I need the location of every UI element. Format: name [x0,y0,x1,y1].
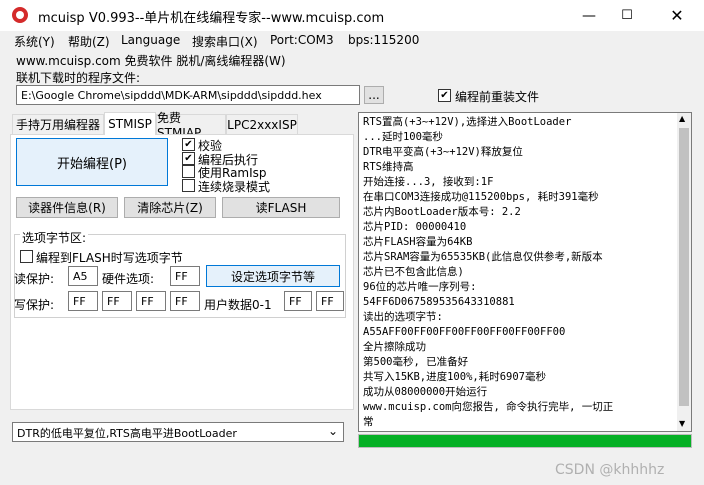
reload-checkbox[interactable]: ✔ [438,89,451,102]
read-protect-label: 读保护: [14,272,55,286]
verify-checkbox[interactable]: ✔ [182,138,195,151]
log-line: A55AFF00FF00FF00FF00FF00FF00FF00 [363,326,566,338]
log-line: ...延时100毫秒 [363,131,443,143]
log-line: www.mcuisp.com向您报告, 命令执行完毕, 一切正 [363,401,614,413]
check-icon: ✔ [184,152,193,164]
tab-lpc[interactable]: LPC2xxxISP [226,114,298,134]
log-line: 开始连接...3, 接收到:1F [363,176,494,188]
log-line: 芯片已不包含此信息) [363,266,464,278]
log-line: 读出的选项字节: [363,311,443,323]
write-protect-label: 写保护: [14,298,55,312]
write-protect-input-3[interactable]: FF [170,291,200,311]
continuous-label: 连续烧录模式 [198,180,271,194]
close-icon[interactable]: ✕ [654,0,700,31]
log-line: 96位的芯片唯一序列号: [363,281,477,293]
watermark: CSDN @khhhhz [555,462,665,478]
log-line: 第500毫秒, 已准备好 [363,356,469,368]
tab-stmisp[interactable]: STMISP [104,112,156,135]
chevron-down-icon: ⌄ [327,424,338,438]
write-protect-input-1[interactable]: FF [102,291,132,311]
log-line: 全片擦除成功 [363,341,426,353]
progress-bar [358,434,692,448]
log-line: 芯片内BootLoader版本号: 2.2 [363,206,521,218]
app-logo-icon [12,7,28,23]
read-flash-button[interactable]: 读FLASH [222,197,340,218]
hw-option-input[interactable]: FF [170,266,200,286]
menu-port[interactable]: Port:COM3 [270,33,334,47]
log-line: 共写入15KB,进度100%,耗时6907毫秒 [363,371,547,383]
read-info-button[interactable]: 读器件信息(R) [16,197,118,218]
log-line: 54FF6D067589535643310881 [363,296,515,308]
file-label: 联机下载时的程序文件: [16,71,141,85]
tab-handheld[interactable]: 手持万用编程器 [12,114,104,134]
user-data-label: 用户数据0-1 [204,298,272,312]
window-title: mcuisp V0.993--单片机在线编程专家--www.mcuisp.com [38,11,385,26]
menu-language[interactable]: Language [121,33,180,47]
reload-label: 编程前重装文件 [455,90,540,104]
ramisp-checkbox[interactable] [182,165,195,178]
menu-search-port[interactable]: 搜索串口(X) [192,33,258,50]
maximize-icon[interactable]: ☐ [604,0,650,31]
boot-mode-value: DTR的低电平复位,RTS高电平进BootLoader [17,427,237,440]
log-line: 常 [363,416,374,428]
write-protect-input-2[interactable]: FF [136,291,166,311]
log-line: DTR电平变高(+3~+12V)释放复位 [363,146,523,158]
start-program-button[interactable]: 开始编程(P) [16,138,168,186]
option-bytes-title: 选项字节区: [20,229,89,246]
continuous-checkbox[interactable] [182,179,195,192]
set-option-bytes-button[interactable]: 设定选项字节等 [206,265,340,287]
menu-system[interactable]: 系统(Y) [14,33,55,50]
user-data-input-0[interactable]: FF [284,291,312,311]
check-icon: ✔ [184,138,193,150]
menu-bps[interactable]: bps:115200 [348,33,419,47]
scroll-down-icon[interactable]: ▼ [679,419,685,428]
log-line: 成功从08000000开始运行 [363,386,488,398]
progress-fill [359,435,691,447]
scrollbar-thumb[interactable] [679,128,689,406]
user-data-input-1[interactable]: FF [316,291,344,311]
menu-help[interactable]: 帮助(Z) [68,33,110,50]
browse-button[interactable]: ... [364,86,384,104]
log-output: RTS置高(+3~+12V),选择进入BootLoader ...延时100毫秒… [358,112,692,432]
log-line: 芯片SRAM容量为65535KB(此信息仅供参考,新版本 [363,251,603,263]
log-line: RTS维持高 [363,161,414,173]
write-option-label: 编程到FLASH时写选项字节 [36,251,183,265]
log-line: RTS置高(+3~+12V),选择进入BootLoader [363,116,572,128]
log-line: 在串口COM3连接成功@115200bps, 耗时391毫秒 [363,191,599,203]
file-path-input[interactable]: E:\Google Chrome\sipddd\MDK-ARM\sipddd\s… [16,85,360,105]
erase-chip-button[interactable]: 清除芯片(Z) [124,197,216,218]
write-option-checkbox[interactable] [20,250,33,263]
log-line: 芯片FLASH容量为64KB [363,236,473,248]
tab-stmiap[interactable]: 免费STMIAP [156,111,226,140]
log-line: 芯片PID: 00000410 [363,221,467,233]
website-link[interactable]: www.mcuisp.com 免费软件 脱机/离线编程器(W) [16,52,286,69]
run-after-checkbox[interactable]: ✔ [182,152,195,165]
write-protect-input-0[interactable]: FF [68,291,98,311]
scroll-up-icon[interactable]: ▲ [679,114,685,123]
read-protect-input[interactable]: A5 [68,266,98,286]
boot-mode-select[interactable]: DTR的低电平复位,RTS高电平进BootLoader ⌄ [12,422,344,442]
hw-option-label: 硬件选项: [102,272,155,286]
check-icon: ✔ [440,89,449,101]
